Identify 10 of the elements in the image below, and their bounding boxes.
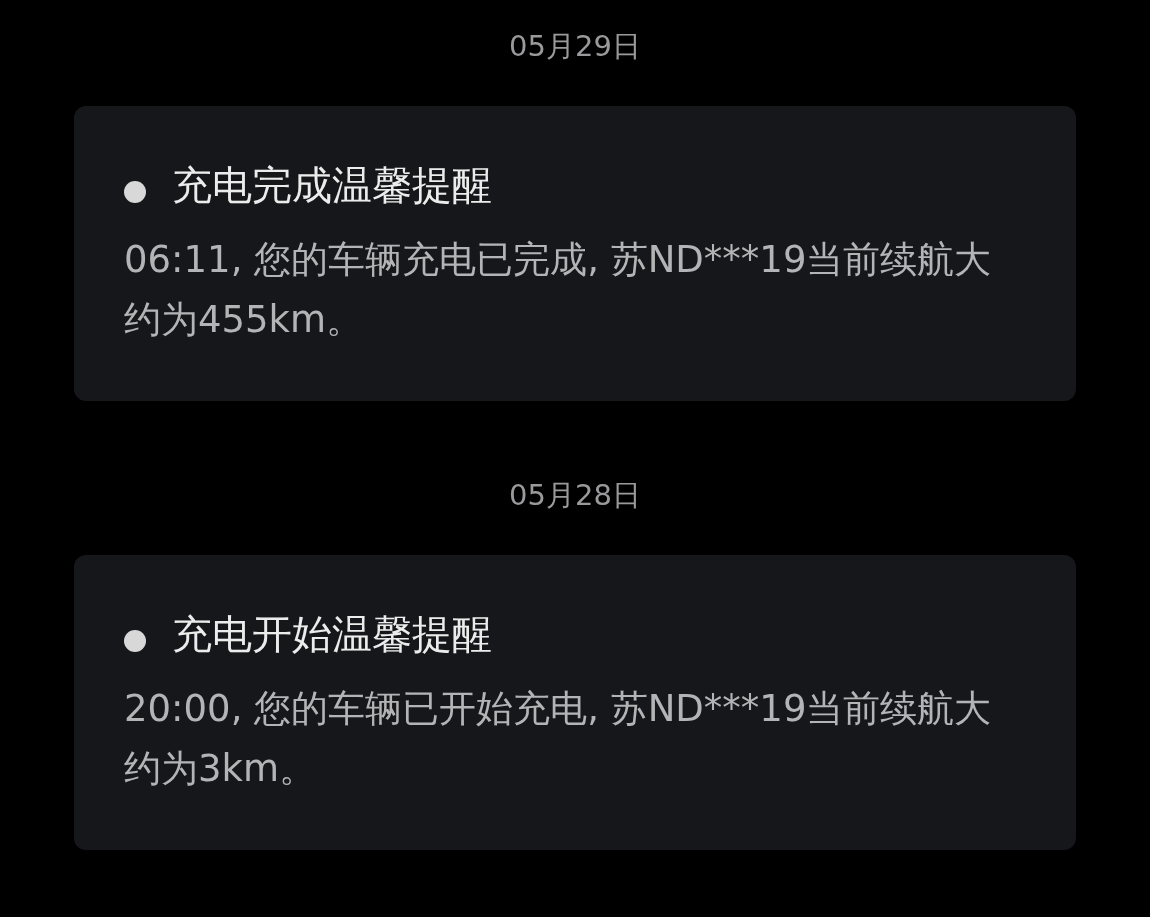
notification-title: 充电开始温馨提醒 xyxy=(172,610,492,659)
date-label: 05月28日 xyxy=(509,477,641,514)
bullet-icon xyxy=(124,181,146,203)
notification-card[interactable]: 充电完成温馨提醒 06:11, 您的车辆充电已完成, 苏ND***19当前续航大约为455km。 xyxy=(74,106,1076,401)
notification-card[interactable]: 充电开始温馨提醒 20:00, 您的车辆已开始充电, 苏ND***19当前续航大约为3km。 xyxy=(74,555,1076,850)
notification-text: 06:11, 您的车辆充电已完成, 苏ND***19当前续航大约为455km。 xyxy=(124,237,993,343)
notification-text: 20:00, 您的车辆已开始充电, 苏ND***19当前续航大约为3km。 xyxy=(124,686,993,792)
bullet-icon xyxy=(124,630,146,652)
notification-title: 充电完成温馨提醒 xyxy=(172,161,492,210)
date-label: 05月29日 xyxy=(509,28,641,65)
